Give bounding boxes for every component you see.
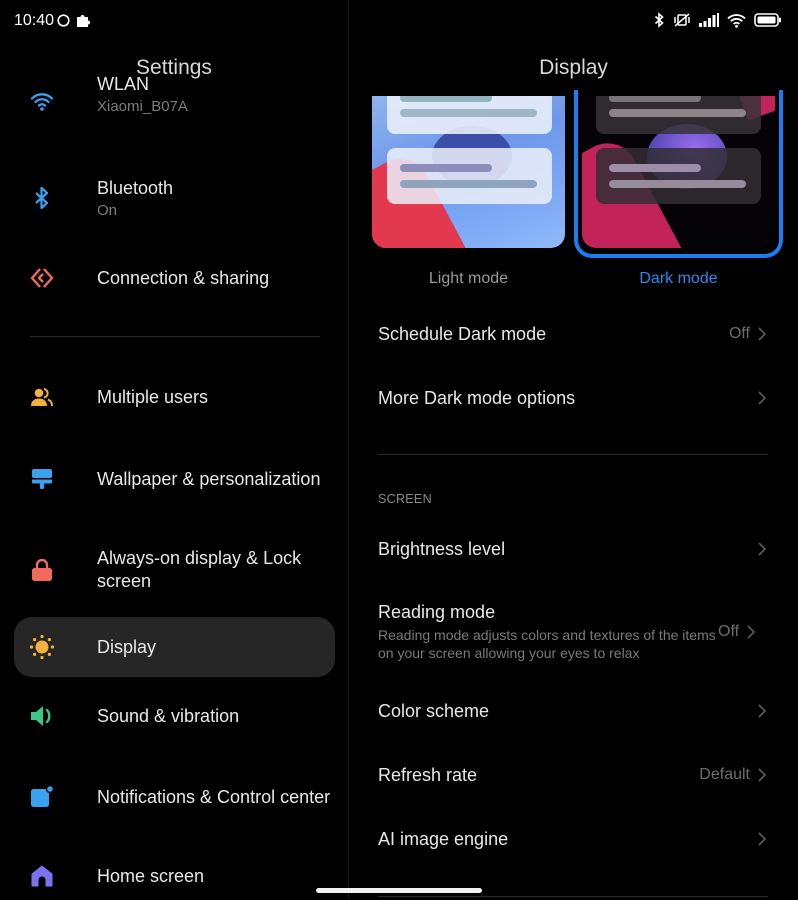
sidebar-item-sub: Xiaomi_B07A xyxy=(97,98,188,115)
row-value: Off xyxy=(728,325,750,342)
light-mode-preview[interactable] xyxy=(372,96,565,248)
sidebar-item-label: Display xyxy=(97,636,157,657)
ai-image-engine-row[interactable]: AI image engine xyxy=(378,827,768,851)
chevron-right-icon xyxy=(758,391,768,405)
sidebar-item-lock-screen[interactable]: Always-on display & Lock screen xyxy=(14,543,335,597)
dark-mode-label[interactable]: Dark mode xyxy=(582,270,775,288)
sidebar-item-notifications[interactable]: Notifications & Control center xyxy=(14,769,335,825)
wifi-icon xyxy=(727,13,746,28)
sidebar-item-connection-sharing[interactable]: Connection & sharing xyxy=(14,256,335,300)
status-bar: 10:40 xyxy=(0,0,798,42)
sidebar-item-label: Sound & vibration xyxy=(97,705,240,726)
row-title: Brightness level xyxy=(378,538,506,559)
notification-card xyxy=(387,148,552,204)
settings-pane: Settings WLAN Xiaomi_B07A Bluetooth On C… xyxy=(0,42,348,900)
row-value: Off xyxy=(718,623,740,640)
sidebar-item-label: Wallpaper & personalization xyxy=(97,468,321,489)
home-icon xyxy=(14,865,70,887)
sidebar-item-wlan[interactable]: WLAN Xiaomi_B07A xyxy=(14,74,335,124)
circle-icon xyxy=(57,13,70,27)
sidebar-item-label: Always-on display & Lock screen xyxy=(97,548,302,591)
vibrate-off-icon xyxy=(674,13,690,27)
refresh-rate-row[interactable]: Refresh rate Default xyxy=(378,763,768,787)
section-header-screen: SCREEN xyxy=(378,492,432,506)
display-pane: Display Light mode Dark mode Schedule Da xyxy=(349,42,798,900)
section-divider xyxy=(378,896,768,897)
lock-icon xyxy=(14,558,70,582)
signal-icon xyxy=(699,13,719,27)
sidebar-divider xyxy=(30,336,320,337)
row-description: Reading mode adjusts colors and textures… xyxy=(378,627,716,661)
row-title: Color scheme xyxy=(378,700,490,721)
more-dark-mode-options-row[interactable]: More Dark mode options xyxy=(378,386,768,410)
sidebar-item-sound[interactable]: Sound & vibration xyxy=(14,694,335,738)
sidebar-item-sub: On xyxy=(97,202,118,219)
section-divider xyxy=(378,454,768,455)
row-title: Reading mode xyxy=(378,602,496,622)
row-title: AI image engine xyxy=(378,828,509,849)
chevron-right-icon xyxy=(747,625,757,639)
puzzle-icon xyxy=(77,15,90,27)
chevron-right-icon xyxy=(758,704,768,718)
color-scheme-row[interactable]: Color scheme xyxy=(378,699,768,723)
light-mode-label[interactable]: Light mode xyxy=(372,270,565,288)
wallpaper-icon xyxy=(14,468,70,490)
row-title: Schedule Dark mode xyxy=(378,323,547,344)
sidebar-item-label: Multiple users xyxy=(97,386,209,407)
sidebar-item-label: WLAN xyxy=(97,74,150,94)
chevron-right-icon xyxy=(758,768,768,782)
row-title: More Dark mode options xyxy=(378,387,576,408)
sidebar-item-home-screen[interactable]: Home screen xyxy=(14,854,335,898)
sun-icon xyxy=(14,634,70,660)
sidebar-item-label: Bluetooth xyxy=(97,178,174,198)
users-icon xyxy=(14,387,70,407)
sidebar-item-label: Connection & sharing xyxy=(97,267,270,288)
speaker-icon xyxy=(14,705,70,727)
bluetooth-icon xyxy=(14,186,70,210)
sidebar-item-bluetooth[interactable]: Bluetooth On xyxy=(14,170,335,226)
brightness-level-row[interactable]: Brightness level xyxy=(378,537,768,561)
status-time: 10:40 xyxy=(14,12,55,29)
reading-mode-row[interactable]: Reading mode Reading mode adjusts colors… xyxy=(378,600,768,664)
chevron-right-icon xyxy=(758,832,768,846)
chevron-right-icon xyxy=(758,542,768,556)
chevron-right-icon xyxy=(758,327,768,341)
sidebar-item-multiple-users[interactable]: Multiple users xyxy=(14,375,335,419)
sidebar-item-display[interactable]: Display xyxy=(14,617,335,677)
schedule-dark-mode-row[interactable]: Schedule Dark mode Off xyxy=(378,322,768,346)
notification-card xyxy=(387,96,552,134)
sidebar-item-wallpaper[interactable]: Wallpaper & personalization xyxy=(14,452,335,506)
notification-icon xyxy=(14,785,70,809)
connection-sharing-icon xyxy=(14,267,70,289)
row-value: Default xyxy=(699,766,750,783)
bluetooth-icon xyxy=(654,12,664,28)
sidebar-item-label: Home screen xyxy=(97,865,205,886)
home-indicator[interactable] xyxy=(316,888,482,893)
sidebar-item-label: Notifications & Control center xyxy=(97,786,331,807)
battery-icon xyxy=(754,13,781,27)
wifi-icon xyxy=(14,91,70,111)
display-title: Display xyxy=(539,56,608,79)
row-title: Refresh rate xyxy=(378,764,478,785)
dark-mode-selected-border xyxy=(574,90,783,258)
